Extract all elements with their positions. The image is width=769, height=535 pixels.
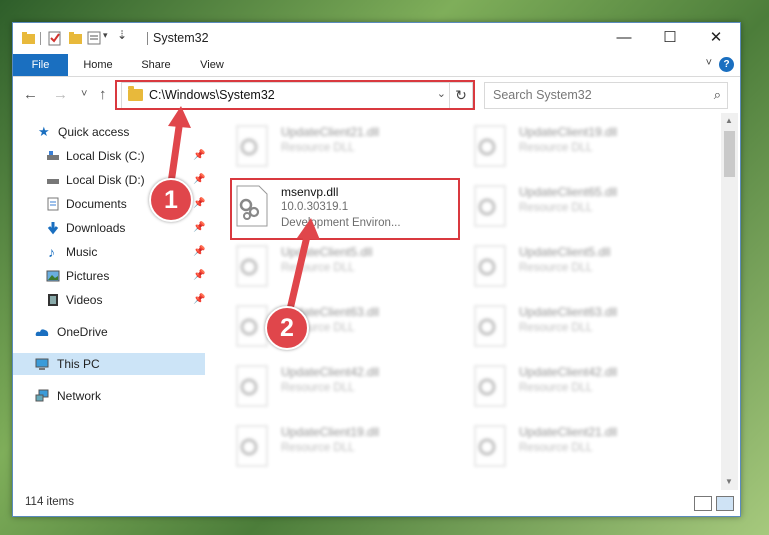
step-2-marker: 2 xyxy=(265,306,309,350)
step-1-marker: 1 xyxy=(149,178,193,222)
annotation-arrows xyxy=(166,106,320,322)
